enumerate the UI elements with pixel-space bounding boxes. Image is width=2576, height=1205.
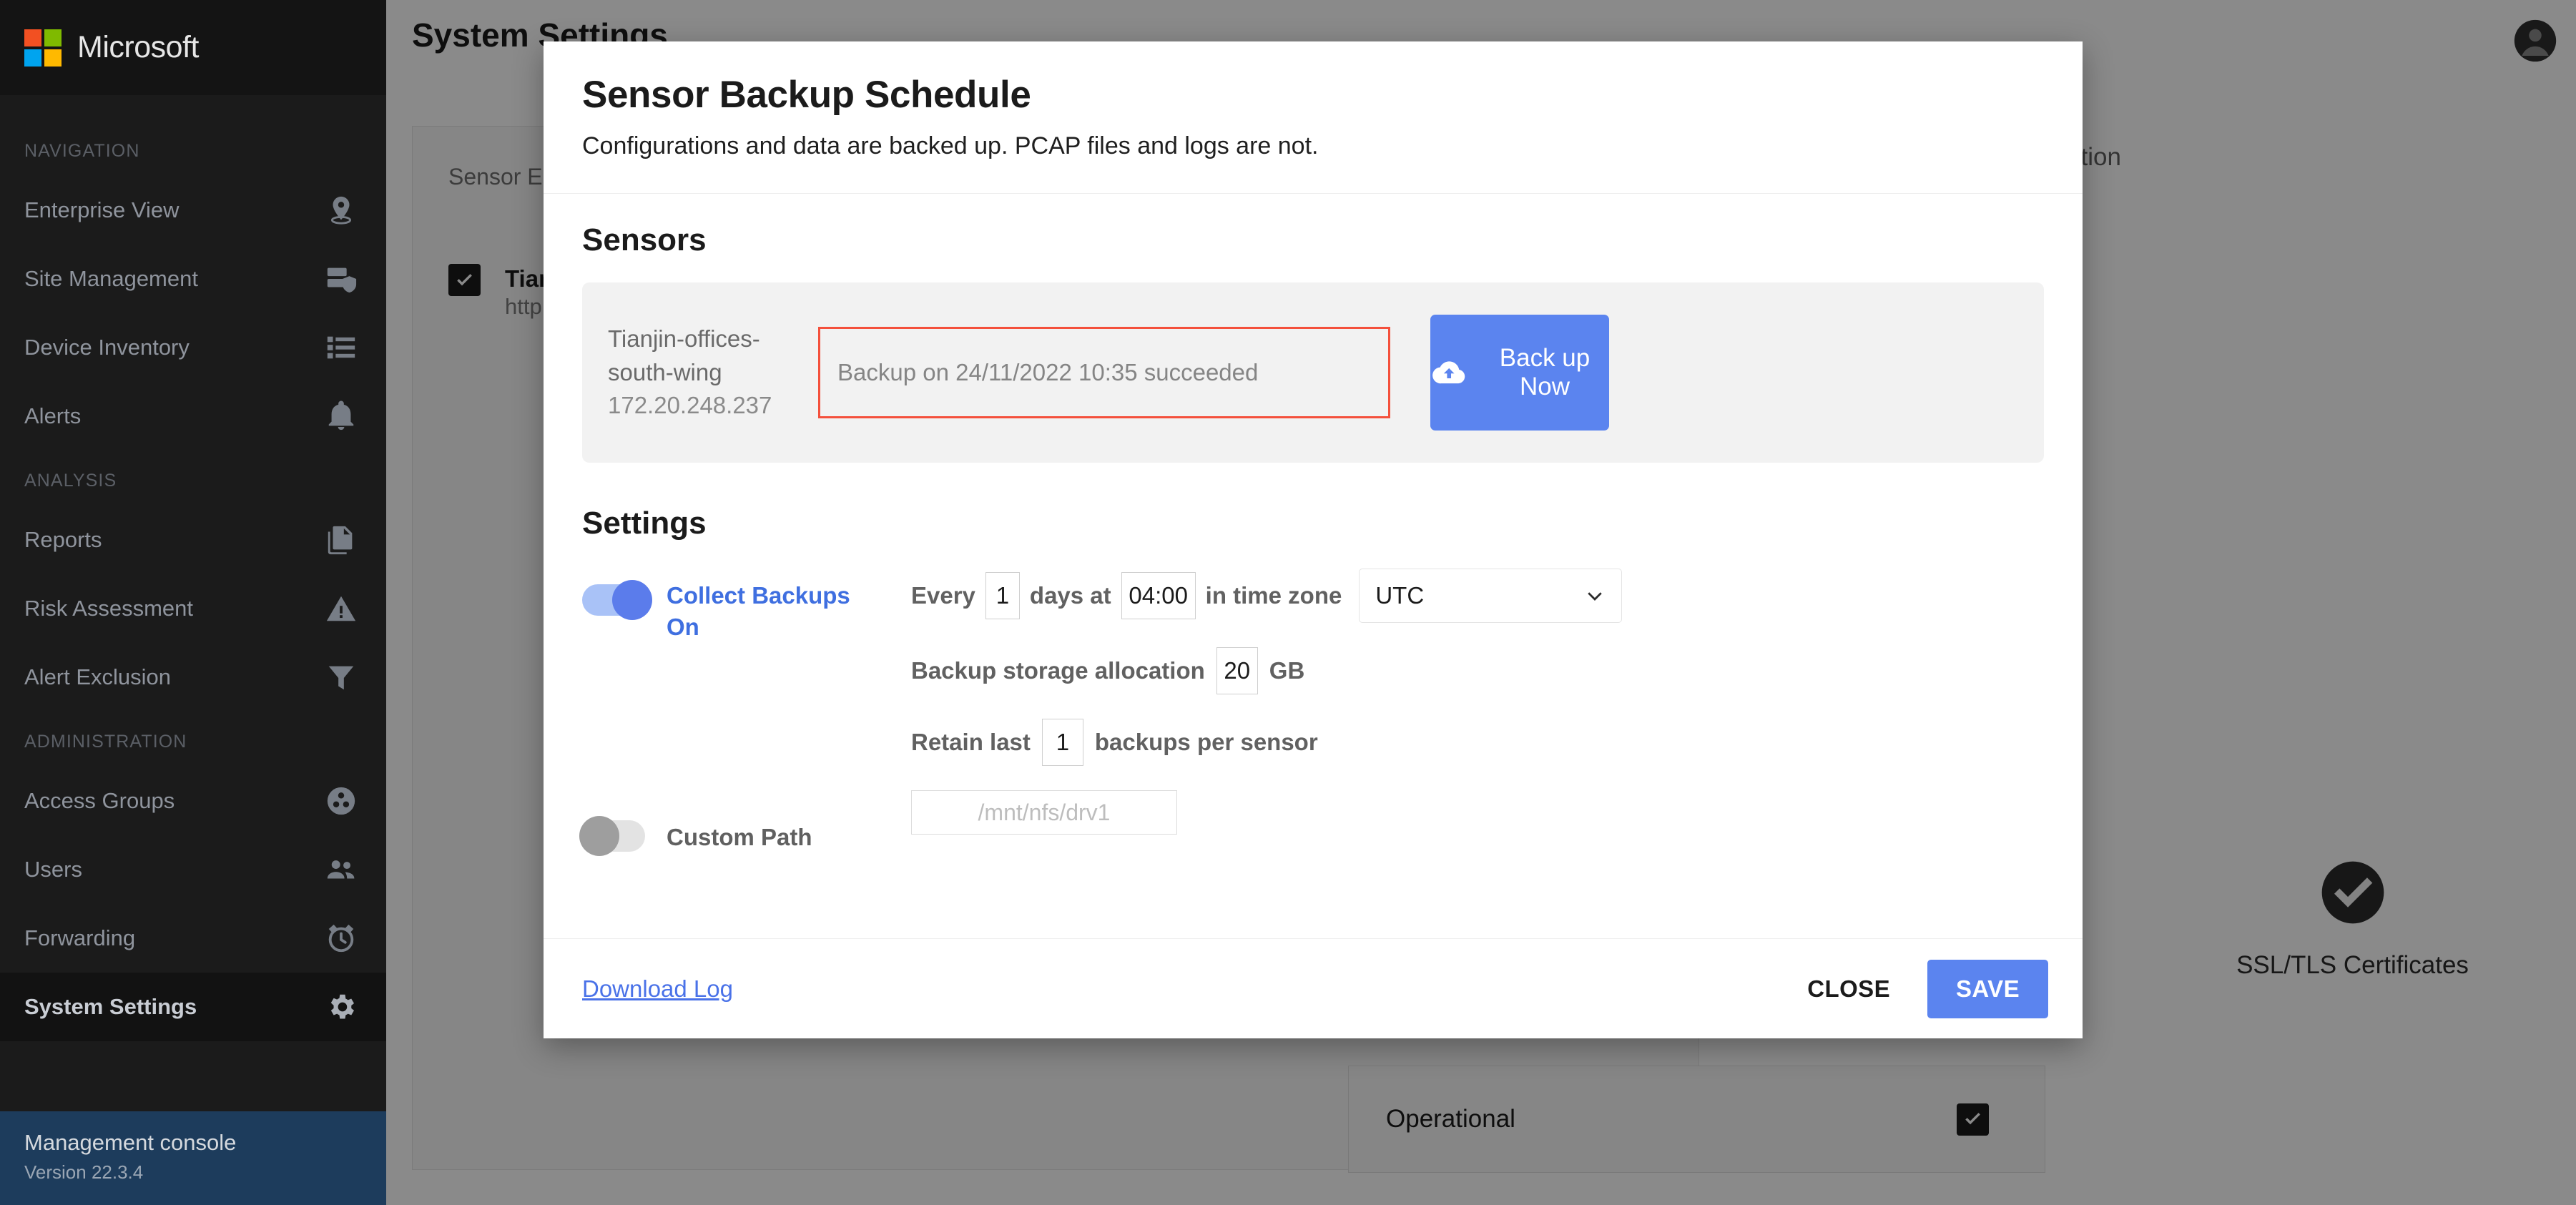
dialog-body: Sensors Tianjin-offices-south-wing 172.2… bbox=[544, 194, 2083, 938]
sidebar-item-label: Enterprise View bbox=[24, 197, 180, 222]
gear-icon bbox=[325, 990, 358, 1023]
console-version: Version 22.3.4 bbox=[24, 1161, 144, 1183]
console-title: Management console bbox=[24, 1130, 237, 1155]
sidebar-item-alerts[interactable]: Alerts bbox=[0, 382, 386, 451]
sidebar-item-enterprise-view[interactable]: Enterprise View bbox=[0, 176, 386, 245]
sidebar-group-title-navigation: NAVIGATION bbox=[24, 141, 140, 161]
bell-icon bbox=[325, 400, 358, 433]
toggle-knob bbox=[579, 816, 619, 857]
sidebar-item-label: Access Groups bbox=[24, 788, 175, 813]
toggles-column: Collect Backups On Custom Path bbox=[579, 569, 911, 859]
close-button[interactable]: CLOSE bbox=[1787, 963, 1910, 1015]
settings-grid: Collect Backups On Custom Path Every day… bbox=[579, 569, 2044, 859]
collect-backups-label: Collect Backups bbox=[667, 582, 850, 609]
collect-backups-toggle[interactable] bbox=[582, 580, 652, 620]
retain-suffix-label: backups per sensor bbox=[1094, 729, 1318, 755]
sensor-backup-schedule-dialog: Sensor Backup Schedule Configurations an… bbox=[544, 41, 2083, 1038]
sidebar-item-label: Alert Exclusion bbox=[24, 664, 172, 689]
sensor-ip-address: 172.20.248.237 bbox=[608, 392, 772, 419]
backup-status-text: Backup on 24/11/2022 10:35 succeeded bbox=[837, 359, 1259, 385]
backup-status-box: Backup on 24/11/2022 10:35 succeeded bbox=[818, 327, 1390, 418]
funnel-icon bbox=[325, 661, 358, 694]
save-button[interactable]: SAVE bbox=[1927, 959, 2048, 1018]
brand-name: Microsoft bbox=[77, 30, 199, 64]
microsoft-logo-icon bbox=[24, 29, 62, 67]
collect-backups-state: On bbox=[667, 614, 699, 641]
custom-path-row: Custom Path bbox=[579, 816, 911, 857]
storage-allocation-label: Backup storage allocation bbox=[911, 657, 1205, 684]
brand-logo: Microsoft bbox=[0, 0, 386, 95]
location-pin-icon bbox=[325, 194, 358, 227]
custom-path-toggle[interactable] bbox=[579, 816, 645, 857]
dialog-subtitle: Configurations and data are backed up. P… bbox=[582, 132, 1319, 159]
every-label: Every bbox=[911, 582, 975, 609]
dialog-actions: CLOSE SAVE bbox=[1787, 959, 2048, 1018]
warning-triangle-icon bbox=[325, 592, 358, 625]
sidebar-item-reports[interactable]: Reports bbox=[0, 506, 386, 574]
dialog-title: Sensor Backup Schedule bbox=[582, 74, 1031, 116]
sidebar-item-alert-exclusion[interactable]: Alert Exclusion bbox=[0, 643, 386, 712]
every-days-input[interactable] bbox=[985, 572, 1020, 619]
dialog-header: Sensor Backup Schedule Configurations an… bbox=[544, 41, 2083, 194]
sidebar-item-device-inventory[interactable]: Device Inventory bbox=[0, 313, 386, 382]
timezone-label: in time zone bbox=[1205, 582, 1342, 609]
back-up-now-button[interactable]: Back up Now bbox=[1430, 315, 1609, 431]
sidebar-item-label: Risk Assessment bbox=[24, 596, 194, 621]
sidebar-item-site-management[interactable]: Site Management bbox=[0, 245, 386, 313]
sidebar-item-system-settings[interactable]: System Settings bbox=[0, 973, 386, 1041]
sensors-section-title: Sensors bbox=[582, 222, 707, 257]
custom-path-input[interactable] bbox=[911, 790, 1177, 835]
days-at-label: days at bbox=[1029, 582, 1111, 609]
fields-column: Every days at in time zone UTC Backup st… bbox=[911, 569, 2044, 859]
dialog-footer: Download Log CLOSE SAVE bbox=[544, 938, 2083, 1038]
sidebar-item-label: Forwarding bbox=[24, 925, 136, 950]
people-icon bbox=[325, 853, 358, 886]
sidebar-item-access-groups[interactable]: Access Groups bbox=[0, 767, 386, 835]
settings-section-title: Settings bbox=[582, 506, 707, 541]
sensor-backup-card: Tianjin-offices-south-wing 172.20.248.23… bbox=[582, 282, 2044, 463]
toggle-knob bbox=[612, 580, 652, 620]
retain-backups-row: Retain last backups per sensor bbox=[911, 719, 2044, 766]
collect-backups-row: Collect Backups On bbox=[582, 580, 911, 643]
sidebar-item-label: Reports bbox=[24, 527, 102, 552]
sensor-name: Tianjin-offices-south-wing bbox=[608, 325, 760, 385]
sidebar-group-title-administration: ADMINISTRATION bbox=[24, 732, 187, 752]
storage-unit-label: GB bbox=[1269, 657, 1305, 684]
sidebar: Microsoft NAVIGATION Enterprise View Sit… bbox=[0, 0, 386, 1205]
sidebar-nav: NAVIGATION Enterprise View Site Manageme… bbox=[0, 95, 386, 1041]
sidebar-item-label: Users bbox=[24, 857, 82, 882]
alarm-clock-icon bbox=[325, 922, 358, 955]
custom-path-label: Custom Path bbox=[667, 824, 812, 851]
sidebar-item-label: Device Inventory bbox=[24, 335, 190, 360]
retain-last-label: Retain last bbox=[911, 729, 1031, 755]
custom-path-input-row bbox=[911, 790, 2044, 835]
access-groups-icon bbox=[325, 785, 358, 817]
chevron-down-icon bbox=[1584, 585, 1606, 606]
list-icon bbox=[325, 331, 358, 364]
sidebar-group-title-analysis: ANALYSIS bbox=[24, 471, 117, 491]
cloud-upload-icon bbox=[1432, 361, 1465, 384]
schedule-row: Every days at in time zone UTC bbox=[911, 569, 2044, 623]
documents-icon bbox=[325, 523, 358, 556]
storage-allocation-input[interactable] bbox=[1216, 647, 1258, 694]
storage-allocation-row: Backup storage allocation GB bbox=[911, 647, 2044, 694]
retain-count-input[interactable] bbox=[1041, 719, 1083, 766]
back-up-now-label: Back up Now bbox=[1499, 344, 1591, 400]
backup-time-input[interactable] bbox=[1121, 572, 1196, 619]
sidebar-item-label: Alerts bbox=[24, 403, 82, 428]
sensor-identity: Tianjin-offices-south-wing 172.20.248.23… bbox=[608, 323, 798, 423]
site-shield-icon bbox=[325, 262, 358, 295]
sidebar-item-users[interactable]: Users bbox=[0, 835, 386, 904]
sidebar-item-risk-assessment[interactable]: Risk Assessment bbox=[0, 574, 386, 643]
timezone-value: UTC bbox=[1375, 582, 1425, 609]
download-log-link[interactable]: Download Log bbox=[582, 975, 733, 1003]
sidebar-item-label: System Settings bbox=[24, 994, 197, 1019]
sidebar-item-label: Site Management bbox=[24, 266, 198, 291]
timezone-select[interactable]: UTC bbox=[1359, 569, 1623, 623]
sidebar-item-forwarding[interactable]: Forwarding bbox=[0, 904, 386, 973]
management-console-footer: Management console Version 22.3.4 bbox=[0, 1111, 386, 1205]
